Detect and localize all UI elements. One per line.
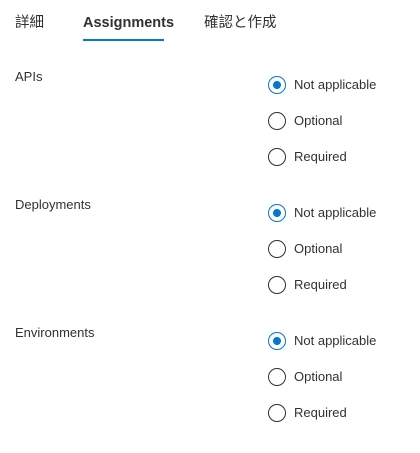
radio-circle [268,404,286,422]
section-label-environments: Environments [15,325,95,340]
apis-required-radio[interactable]: Required [268,146,347,168]
radio-label: Required [294,405,347,420]
radio-label: Not applicable [294,333,377,348]
radio-label: Optional [294,241,343,256]
tab-details[interactable]: 詳細 [15,13,44,33]
radio-label: Required [294,277,347,292]
radio-circle [268,148,286,166]
section-label-apis: APIs [15,69,43,84]
tab-assignments[interactable]: Assignments [83,13,174,33]
radio-label: Not applicable [294,205,377,220]
environments-required-radio[interactable]: Required [268,402,347,424]
deployments-required-radio[interactable]: Required [268,274,347,296]
section-label-deployments: Deployments [15,197,91,212]
radio-circle [268,368,286,386]
radio-label: Optional [294,113,343,128]
apis-optional-radio[interactable]: Optional [268,110,342,132]
deployments-optional-radio[interactable]: Optional [268,238,342,260]
tab-review-create[interactable]: 確認と作成 [204,13,277,33]
radio-label: Required [294,149,347,164]
radio-circle [268,76,286,94]
radio-circle [268,332,286,350]
apis-not-applicable-radio[interactable]: Not applicable [268,74,376,96]
tab-bar: 詳細 Assignments 確認と作成 [0,0,420,44]
radio-circle [268,112,286,130]
radio-circle [268,240,286,258]
active-tab-indicator [83,39,164,41]
radio-label: Not applicable [294,77,377,92]
environments-optional-radio[interactable]: Optional [268,366,342,388]
deployments-not-applicable-radio[interactable]: Not applicable [268,202,376,224]
radio-circle [268,204,286,222]
radio-label: Optional [294,369,343,384]
radio-circle [268,276,286,294]
environments-not-applicable-radio[interactable]: Not applicable [268,330,376,352]
